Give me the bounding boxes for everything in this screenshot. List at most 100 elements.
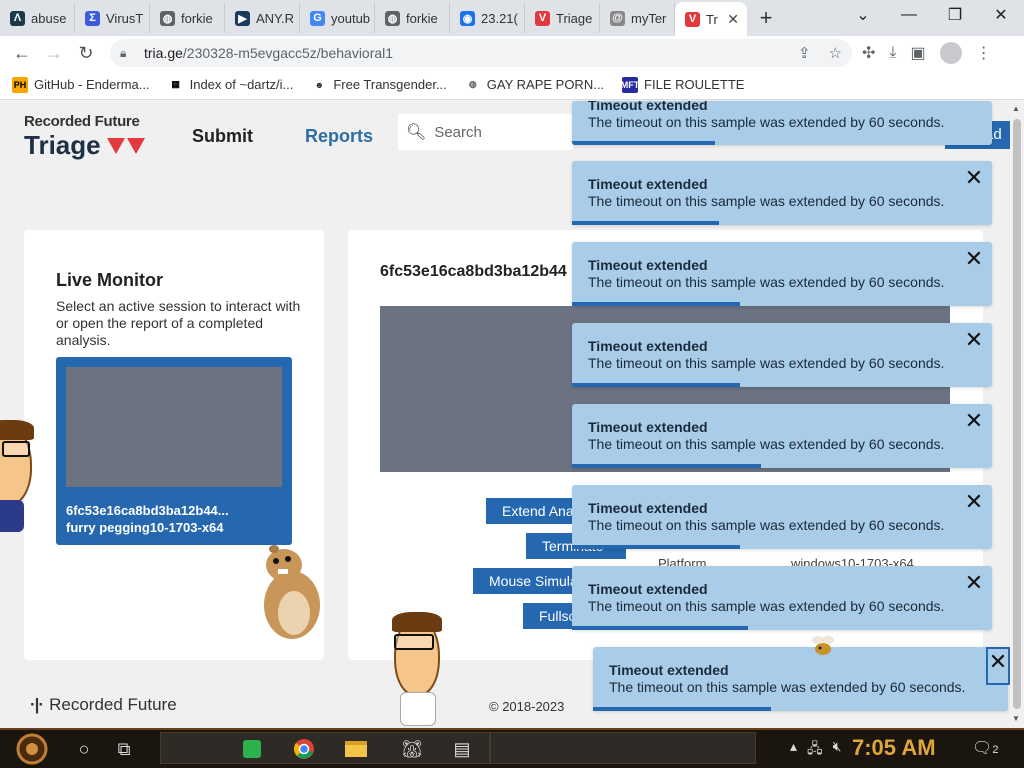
taskbar-clock[interactable]: 7:05 AM: [852, 735, 936, 761]
brand-top: Recorded Future: [24, 113, 140, 130]
browser-tab[interactable]: Σ VirusT: [75, 3, 150, 33]
close-icon[interactable]: ✕: [962, 165, 986, 191]
browser-tab-active[interactable]: V Tr ✕: [675, 2, 747, 36]
nav-submit[interactable]: Submit: [192, 126, 253, 147]
tray-chevron-icon[interactable]: ▴: [790, 738, 797, 762]
minimize-button[interactable]: —: [886, 0, 932, 30]
toast-progress-bar: [572, 221, 719, 225]
mouse-simulation-button[interactable]: Mouse Simulation: [473, 568, 573, 594]
file-explorer-icon[interactable]: [336, 729, 376, 768]
timeout-toast[interactable]: Timeout extended The timeout on this samp…: [572, 485, 992, 549]
reload-icon[interactable]: ↻: [70, 43, 102, 64]
tab-label: youtub: [331, 10, 371, 26]
browser-tab[interactable]: ◍ forkie: [150, 3, 225, 33]
forward-arrow-icon[interactable]: →: [38, 43, 70, 64]
cartoon-shirt-bottom: [400, 692, 436, 726]
close-icon[interactable]: ✕: [986, 647, 1010, 685]
tab-label: forkie: [181, 10, 213, 26]
new-tab-button[interactable]: +: [751, 3, 781, 33]
back-arrow-icon[interactable]: ←: [6, 43, 38, 64]
browser-tab[interactable]: ◍ forkie: [375, 3, 450, 33]
triage-logo[interactable]: Recorded Future Triage: [24, 113, 145, 161]
live-monitor-description: Select an active session to interact wit…: [56, 298, 301, 348]
browser-tab[interactable]: V Triage: [525, 3, 600, 33]
cortana-circle-icon[interactable]: ○: [64, 729, 104, 768]
close-icon[interactable]: ✕: [962, 570, 986, 596]
timeout-toast[interactable]: Timeout extended The timeout on this samp…: [572, 161, 992, 225]
browser-tab[interactable]: Λabuse: [0, 3, 75, 33]
share-icon[interactable]: ⇪: [798, 44, 811, 62]
start-button[interactable]: [0, 729, 64, 768]
file-roulette-icon: MFT: [621, 76, 639, 93]
system-tray: ▴ 🖧︎ 🔇︎: [790, 738, 841, 762]
extensions-puzzle-icon[interactable]: ✣: [862, 43, 875, 63]
globe-icon: ◍: [464, 76, 481, 93]
bookmark-star-icon[interactable]: ☆: [829, 44, 842, 62]
scrollbar-thumb[interactable]: [1013, 119, 1021, 709]
notification-center-icon[interactable]: 🗨︎2: [972, 738, 998, 758]
browser-tab[interactable]: ▶ ANY.R: [225, 3, 300, 33]
bookmark-item[interactable]: ☻ Free Transgender...: [311, 76, 447, 93]
browser-tab[interactable]: @ myTer: [600, 3, 675, 33]
bookmark-item[interactable]: MFT FILE ROULETTE: [621, 76, 745, 93]
bookmark-item[interactable]: ▦ Index of ~dartz/i...: [167, 76, 293, 93]
bookmark-item[interactable]: PH GitHub - Enderma...: [12, 76, 150, 93]
nav-reports[interactable]: Reports: [305, 126, 373, 147]
download-icon[interactable]: ⤓: [889, 44, 896, 62]
task-view-icon[interactable]: ⧉: [104, 729, 144, 768]
bookmark-label: FILE ROULETTE: [644, 77, 745, 92]
tab-label: forkie: [406, 10, 438, 26]
scroll-down-icon[interactable]: ▼: [1012, 714, 1020, 723]
cartoon-shirt-left: [0, 500, 24, 532]
timeout-toast[interactable]: Timeout extended The timeout on this samp…: [572, 101, 992, 145]
fullscreen-button[interactable]: Fullscreen: [523, 603, 573, 629]
browser-tab[interactable]: Gyoutub: [300, 3, 375, 33]
triage-icon: V: [535, 10, 550, 26]
sticky-notes-icon[interactable]: [232, 729, 272, 768]
close-icon[interactable]: ✕: [962, 489, 986, 515]
restore-button[interactable]: ❐: [932, 0, 978, 30]
browser-tab[interactable]: ◉ 23.21(: [450, 3, 525, 33]
notification-count: 2: [992, 744, 999, 756]
session-card[interactable]: 6fc53e16ca8bd3ba12b44... furry pegging10…: [56, 357, 292, 545]
search-input[interactable]: 🔍︎ Search: [398, 114, 573, 150]
bookmark-label: GitHub - Enderma...: [34, 77, 150, 92]
address-bar[interactable]: 🔒︎ tria.ge/230328-m5evgacc5z/behavioral1…: [110, 39, 852, 67]
close-tab-icon[interactable]: ✕: [727, 11, 739, 28]
session-id: 6fc53e16ca8bd3ba12b44...: [66, 503, 229, 518]
taskbar-empty-area: [490, 732, 756, 764]
tab-label: myTer: [631, 10, 667, 26]
toast-progress-bar: [572, 302, 740, 306]
scroll-up-icon[interactable]: ▲: [1012, 104, 1020, 113]
app-window-icon[interactable]: ▤: [442, 729, 482, 768]
page-scrollbar[interactable]: ▲ ▼: [1010, 101, 1024, 728]
search-placeholder: Search: [434, 123, 482, 141]
close-icon[interactable]: ✕: [962, 408, 986, 434]
chrome-icon[interactable]: [284, 729, 324, 768]
tab-label: ANY.R: [256, 10, 295, 26]
close-icon[interactable]: ✕: [962, 246, 986, 272]
timeout-toast[interactable]: Timeout extended The timeout on this samp…: [572, 404, 992, 468]
timeout-toast[interactable]: Timeout extended The timeout on this samp…: [572, 566, 992, 630]
network-icon[interactable]: 🖧︎: [807, 738, 823, 762]
toast-progress-bar: [572, 545, 740, 549]
footer-logo[interactable]: ·|· Recorded Future: [30, 695, 177, 715]
extend-analysis-button[interactable]: Extend Analysis: [486, 498, 576, 524]
timeout-toast[interactable]: Timeout extended The timeout on this samp…: [572, 242, 992, 306]
close-window-button[interactable]: ✕: [978, 0, 1024, 30]
timeout-toast[interactable]: Timeout extended The timeout on this samp…: [593, 647, 1010, 711]
profile-avatar[interactable]: [939, 42, 962, 64]
virustotal-icon: Σ: [85, 10, 100, 26]
side-panel-icon[interactable]: ▣: [910, 43, 925, 63]
toast-title: Timeout extended: [588, 419, 708, 435]
hamster-app-icon[interactable]: 🐹︎: [392, 729, 432, 768]
session-thumbnail[interactable]: [66, 367, 282, 487]
bookmark-item[interactable]: ◍ GAY RAPE PORN...: [464, 76, 604, 93]
lock-icon[interactable]: 🔒︎: [120, 46, 134, 61]
volume-muted-icon[interactable]: 🔇︎: [833, 738, 842, 762]
kebab-menu-icon[interactable]: ⋮: [976, 43, 992, 63]
close-icon[interactable]: ✕: [962, 327, 986, 353]
toast-title: Timeout extended: [588, 338, 708, 354]
tab-search-dropdown[interactable]: ⌄: [840, 0, 886, 30]
timeout-toast[interactable]: Timeout extended The timeout on this samp…: [572, 323, 992, 387]
